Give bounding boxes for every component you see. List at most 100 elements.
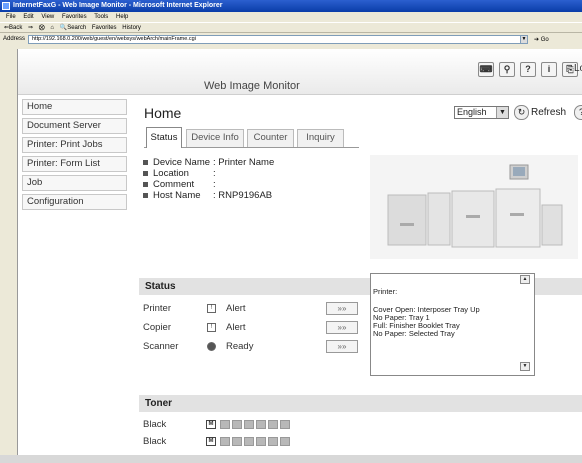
toner-level-segment	[244, 420, 254, 429]
go-label: Go	[540, 37, 549, 43]
ie-icon	[2, 2, 10, 10]
info-value: :	[213, 179, 216, 190]
toner-level-segment	[220, 437, 230, 446]
info-icon[interactable]: i	[541, 62, 557, 77]
tab-inquiry[interactable]: Inquiry	[297, 129, 344, 147]
stop-button[interactable]: ⨂	[39, 25, 45, 31]
toner-cartridge-icon: M	[206, 437, 216, 446]
printer-detail-button[interactable]: »»	[326, 302, 358, 315]
info-value: : Printer Name	[213, 157, 275, 168]
menu-file[interactable]: File	[6, 14, 16, 20]
toner-level-segment	[220, 420, 230, 429]
chevron-down-icon[interactable]: ▼	[520, 35, 528, 44]
address-bar: Address http://192.168.0.200/web/guest/e…	[0, 33, 582, 46]
device-status: Alert	[226, 322, 246, 333]
menu-view[interactable]: View	[41, 14, 54, 20]
bullet-icon	[143, 159, 148, 165]
toner-level-segment	[280, 420, 290, 429]
menu-favorites[interactable]: Favorites	[62, 14, 87, 20]
info-key: Comment	[153, 179, 195, 190]
device-name: Printer	[143, 303, 171, 314]
device-status: Alert	[226, 303, 246, 314]
window-titlebar: InternetFaxG - Web Image Monitor - Micro…	[0, 0, 582, 12]
toner-cartridge-icon: M	[206, 420, 216, 429]
status-row-printer: Printer ! Alert	[143, 301, 343, 317]
browser-window: InternetFaxG - Web Image Monitor - Micro…	[0, 0, 582, 463]
tab-device-info[interactable]: Device Info	[186, 129, 244, 147]
page-content: Web Image Monitor ⌨ ⚲ ? i ⎘ Logout Home …	[17, 49, 582, 463]
language-value: English	[457, 107, 487, 117]
sidebar-item-configuration[interactable]: Configuration	[22, 194, 127, 210]
tab-bar: Status Device Info Counter Inquiry	[144, 127, 359, 148]
toner-level-segment	[268, 437, 278, 446]
scroll-up-icon[interactable]: ▲	[520, 275, 530, 284]
info-value: :	[213, 168, 216, 179]
forward-button[interactable]: ⇒	[28, 25, 33, 31]
status-message-box[interactable]: Printer: Cover Open: Interposer Tray Up …	[370, 273, 535, 376]
toner-level-segment	[232, 420, 242, 429]
device-name: Copier	[143, 322, 171, 333]
back-button[interactable]: ⇐Back	[4, 25, 22, 31]
toner-section-bar: Toner	[139, 395, 582, 412]
toner-label: Black	[143, 419, 167, 430]
status-bar	[0, 455, 582, 463]
status-row-scanner: Scanner Ready	[143, 339, 343, 355]
favorites-button[interactable]: Favorites	[92, 25, 117, 31]
page-title: Home	[144, 105, 182, 121]
menu-help[interactable]: Help	[116, 14, 128, 20]
info-row: Device Name: Printer Name	[143, 157, 274, 168]
browser-toolbar: ⇐Back ⇒ ⨂ ⌂ 🔍Search Favorites History	[0, 22, 582, 33]
search-icon[interactable]: ⚲	[499, 62, 515, 77]
status-row-copier: Copier ! Alert	[143, 320, 343, 336]
sidebar-item-document-server[interactable]: Document Server	[22, 118, 127, 134]
copier-alert-icon: !	[207, 323, 216, 332]
device-info-list: Device Name: Printer Name Location: Comm…	[143, 157, 274, 201]
product-name: Web Image Monitor	[204, 80, 300, 92]
language-select[interactable]: English ▼	[454, 106, 509, 119]
device-name: Scanner	[143, 341, 179, 352]
history-button[interactable]: History	[122, 25, 141, 31]
info-value: : RNP9196AB	[213, 190, 273, 201]
logout-link[interactable]: Logout	[574, 63, 582, 74]
refresh-button[interactable]: ↻ Refresh	[514, 105, 566, 120]
message-line: No Paper: Selected Tray	[373, 329, 455, 338]
help-icon[interactable]: ?	[520, 62, 536, 77]
menu-tools[interactable]: Tools	[94, 14, 108, 20]
tab-status[interactable]: Status	[146, 127, 182, 148]
refresh-label: Refresh	[531, 107, 567, 119]
printer-alert-icon: !	[207, 304, 216, 313]
toner-label: Black	[143, 436, 167, 447]
info-row: Host Name : RNP9196AB	[143, 190, 274, 201]
address-input[interactable]: http://192.168.0.200/web/guest/en/websys…	[28, 35, 528, 44]
scroll-down-icon[interactable]: ▼	[520, 362, 530, 371]
window-title: InternetFaxG - Web Image Monitor - Micro…	[13, 2, 223, 9]
info-key: Location	[153, 168, 189, 179]
info-row: Location:	[143, 168, 274, 179]
keyboard-icon[interactable]: ⌨	[478, 62, 494, 77]
bullet-icon	[143, 192, 148, 198]
toner-level-segment	[256, 420, 266, 429]
toner-level-segment	[280, 437, 290, 446]
scanner-detail-button[interactable]: »»	[326, 340, 358, 353]
sidebar-item-print-jobs[interactable]: Printer: Print Jobs	[22, 137, 127, 153]
menu-bar: File Edit View Favorites Tools Help	[0, 12, 582, 22]
toner-level-segment	[244, 437, 254, 446]
sidebar-item-job[interactable]: Job	[22, 175, 127, 191]
go-button[interactable]: ➔ Go	[534, 34, 549, 47]
tab-counter[interactable]: Counter	[247, 129, 294, 147]
home-button[interactable]: ⌂	[50, 25, 54, 31]
sidebar-item-form-list[interactable]: Printer: Form List	[22, 156, 127, 172]
toner-level-segment	[232, 437, 242, 446]
info-row: Comment:	[143, 179, 274, 190]
device-status: Ready	[226, 341, 254, 352]
copier-detail-button[interactable]: »»	[326, 321, 358, 334]
menu-edit[interactable]: Edit	[23, 14, 33, 20]
toner-row: Black M	[143, 434, 343, 449]
info-key: Host Name	[153, 190, 201, 201]
info-key: Device Name	[153, 157, 211, 168]
refresh-icon: ↻	[514, 105, 529, 120]
search-button[interactable]: 🔍Search	[60, 25, 86, 31]
address-label: Address	[3, 36, 26, 42]
help-icon[interactable]: ?	[574, 105, 582, 120]
sidebar-item-home[interactable]: Home	[22, 99, 127, 115]
